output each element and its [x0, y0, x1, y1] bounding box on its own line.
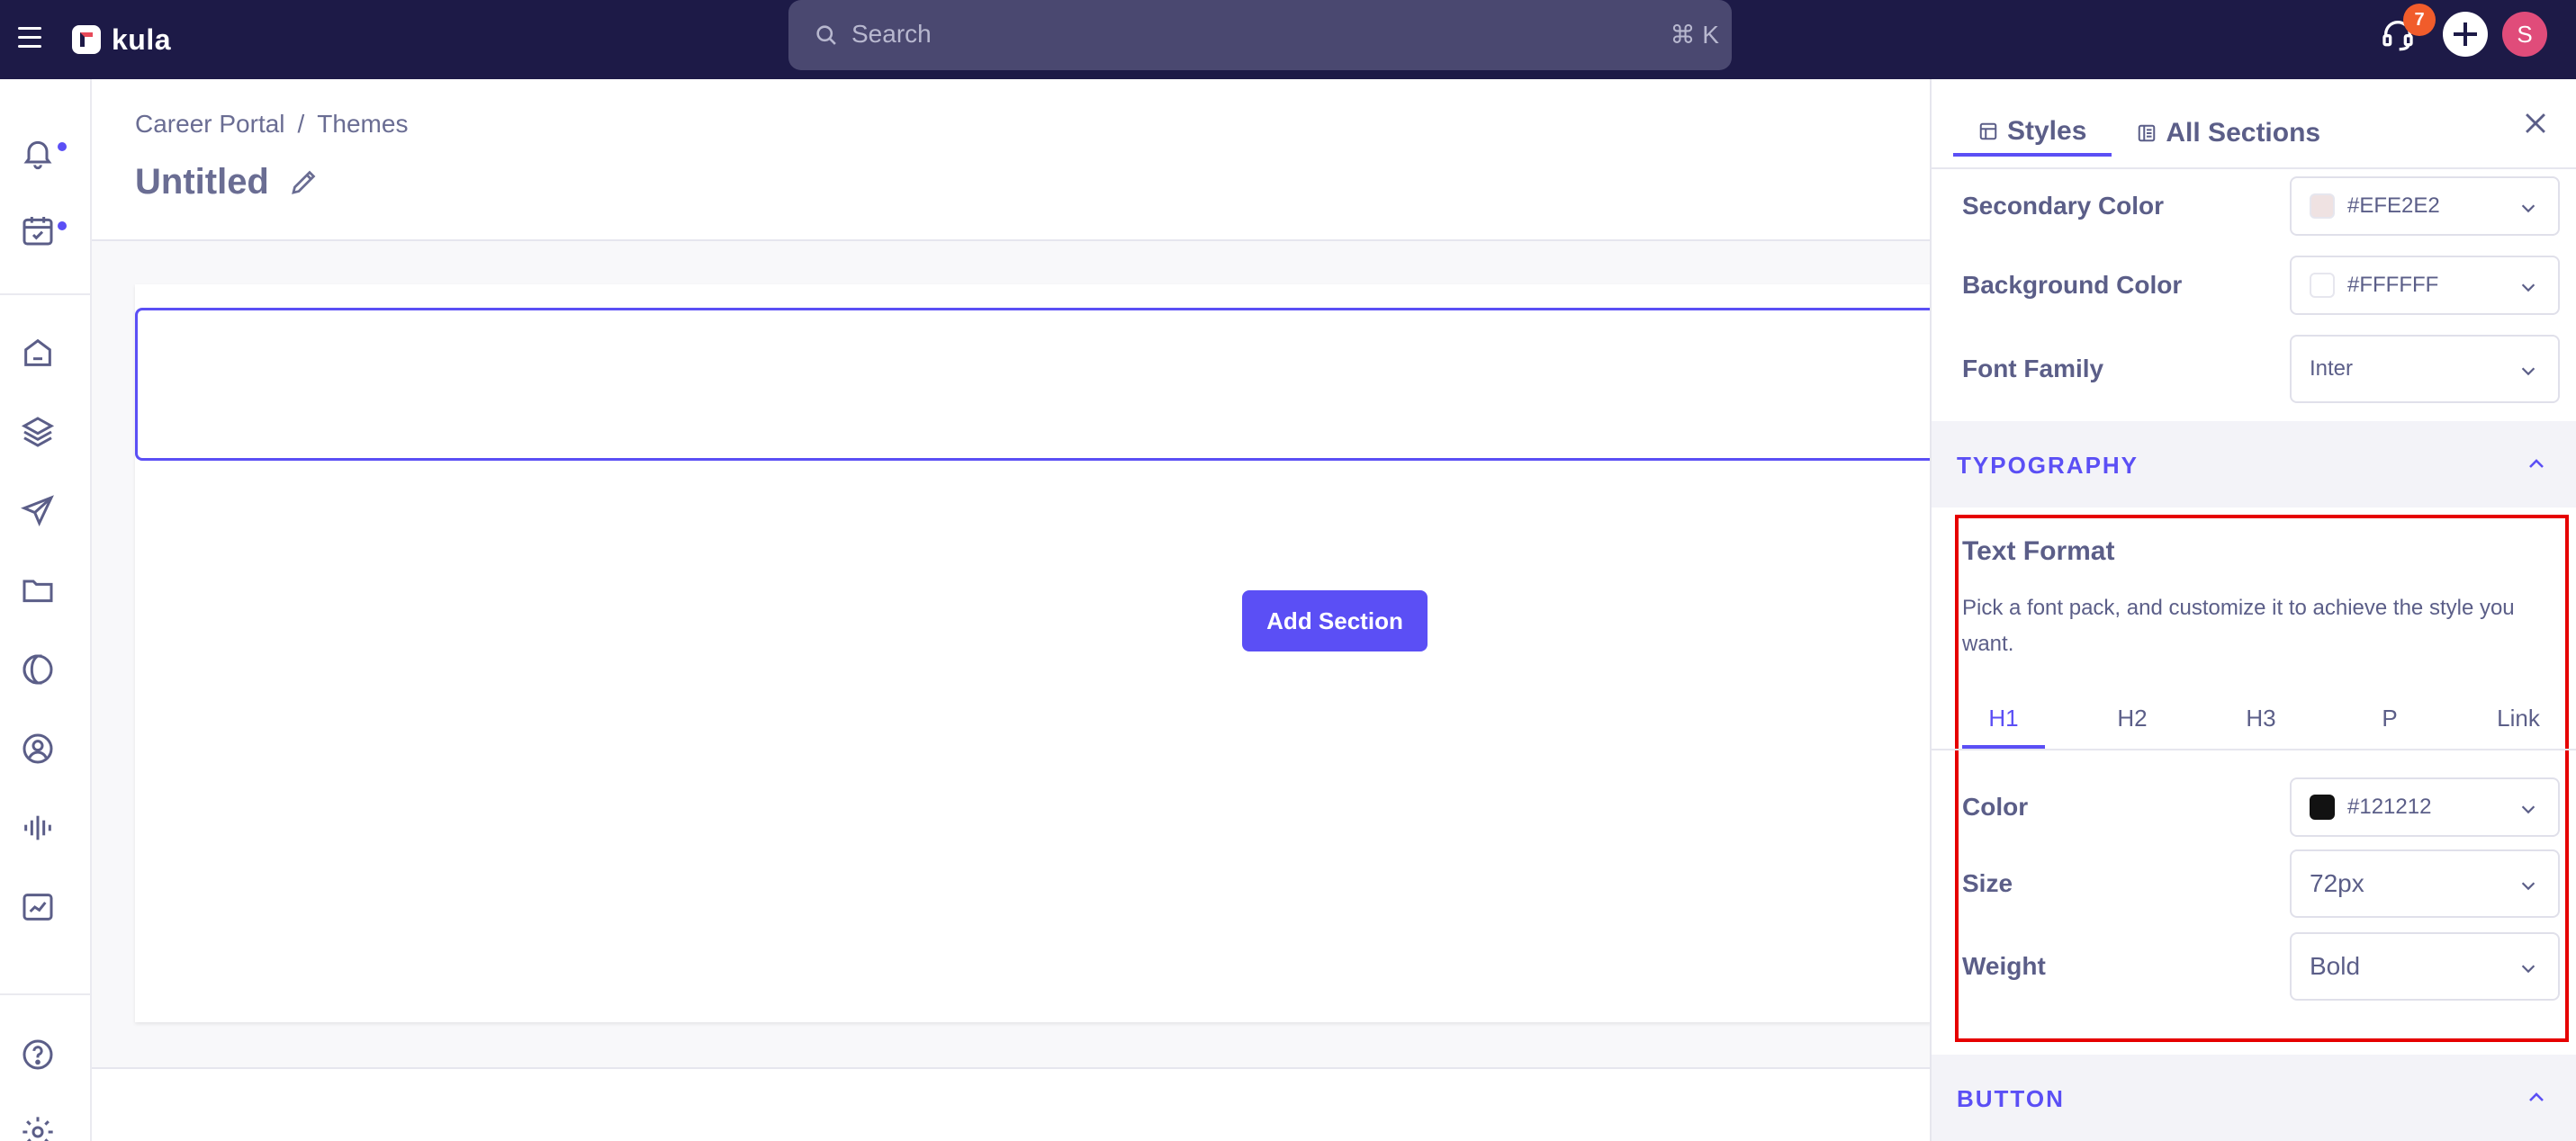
analytics-icon[interactable]	[20, 889, 56, 925]
button-section-title: BUTTON	[1957, 1085, 2065, 1112]
secondary-color-swatch	[2310, 193, 2335, 219]
font-family-label: Font Family	[1962, 355, 2104, 382]
chevron-down-icon	[2521, 367, 2535, 376]
breadcrumb-themes[interactable]: Themes	[317, 110, 408, 139]
text-size-value: 72px	[2310, 869, 2364, 897]
close-icon[interactable]	[2520, 108, 2551, 139]
text-size-select[interactable]: 72px	[2290, 849, 2560, 918]
text-weight-label: Weight	[1962, 952, 2046, 980]
text-color-value: #121212	[2347, 795, 2432, 819]
tab-h3[interactable]: H3	[2220, 700, 2302, 749]
text-format-description: Pick a font pack, and customize it to ac…	[1962, 596, 2515, 656]
secondary-color-row: Secondary Color #EFE2E2	[1962, 176, 2560, 236]
main-content: Career Portal / Themes Untitled Add Sect…	[92, 79, 1932, 1141]
text-weight-select[interactable]: Bold	[2290, 932, 2560, 1001]
breadcrumb-career-portal[interactable]: Career Portal	[135, 110, 285, 139]
pencil-icon[interactable]	[288, 166, 320, 198]
settings-icon[interactable]	[20, 1114, 56, 1141]
styles-panel: Styles All Sections Secondary Color #EFE…	[1930, 79, 2576, 1141]
tabs-divider	[1932, 167, 2576, 169]
text-weight-row: Weight Bold	[1962, 932, 2560, 1001]
chevron-down-icon	[2521, 283, 2535, 292]
secondary-color-value: #EFE2E2	[2347, 193, 2440, 218]
search-bar[interactable]: Search ⌘ K	[788, 0, 1732, 70]
folder-icon[interactable]	[20, 572, 56, 608]
tab-styles-label: Styles	[2007, 116, 2087, 146]
font-family-value: Inter	[2310, 356, 2354, 381]
tab-styles[interactable]: Styles	[1953, 110, 2112, 157]
help-icon[interactable]	[20, 1037, 56, 1073]
font-family-row: Font Family Inter	[1962, 335, 2560, 403]
bell-notification-dot	[58, 142, 67, 151]
theme-icon[interactable]	[20, 651, 56, 687]
search-icon	[816, 25, 836, 45]
background-color-row: Background Color #FFFFFF	[1962, 256, 2560, 315]
panel-tabs: Styles All Sections	[1953, 110, 2346, 157]
notification-badge: 7	[2403, 4, 2436, 36]
layers-icon[interactable]	[20, 414, 56, 450]
brand[interactable]: kula	[72, 18, 171, 61]
chevron-down-icon	[2521, 805, 2535, 814]
breadcrumb-separator: /	[297, 110, 305, 138]
heading-tabs: H1 H2 H3 P Link	[1962, 700, 2560, 749]
chevron-up-icon	[2529, 459, 2544, 468]
text-color-label: Color	[1962, 793, 2029, 821]
tab-link[interactable]: Link	[2477, 700, 2560, 749]
background-color-value: #FFFFFF	[2347, 273, 2439, 297]
background-color-swatch	[2310, 273, 2335, 298]
secondary-color-label: Secondary Color	[1962, 192, 2165, 220]
typography-title: TYPOGRAPHY	[1957, 452, 2139, 479]
chevron-down-icon	[2521, 882, 2535, 891]
calendar-notification-dot	[58, 221, 67, 230]
chevron-up-icon	[2529, 1092, 2544, 1101]
button-section-header[interactable]: BUTTON	[1932, 1055, 2576, 1141]
section-placeholder[interactable]	[135, 308, 1932, 461]
chevron-down-icon	[2521, 204, 2535, 213]
background-color-select[interactable]: #FFFFFF	[2290, 256, 2560, 315]
left-rail	[0, 79, 92, 1141]
text-size-label: Size	[1962, 869, 2013, 897]
chevron-down-icon	[2521, 965, 2535, 974]
bell-icon[interactable]	[20, 135, 56, 171]
page-title: Untitled	[135, 162, 269, 202]
tab-h1[interactable]: H1	[1962, 700, 2045, 749]
background-color-label: Background Color	[1962, 271, 2183, 299]
tab-h2[interactable]: H2	[2091, 700, 2174, 749]
add-section-button[interactable]: Add Section	[1242, 590, 1428, 651]
waveform-icon[interactable]	[20, 810, 56, 846]
text-format-title: Text Format	[1962, 536, 2115, 566]
text-color-row: Color #121212	[1962, 777, 2560, 837]
top-bar: kula Search ⌘ K 7 S	[0, 0, 2576, 79]
sections-icon	[2139, 124, 2156, 142]
preview-card	[135, 284, 1932, 1022]
search-shortcut: ⌘ K	[1670, 21, 1719, 49]
home-icon[interactable]	[20, 335, 56, 371]
kula-logo-icon	[72, 25, 101, 54]
secondary-color-select[interactable]: #EFE2E2	[2290, 176, 2560, 236]
avatar[interactable]: S	[2502, 12, 2547, 57]
rail-divider	[0, 993, 90, 995]
footer-divider	[92, 1067, 1932, 1069]
text-weight-value: Bold	[2310, 952, 2361, 980]
search-placeholder: Search	[851, 20, 932, 48]
heading-tabs-divider	[1932, 749, 2576, 750]
menu-icon[interactable]	[16, 20, 43, 59]
rail-divider	[0, 293, 90, 295]
tab-p[interactable]: P	[2348, 700, 2431, 749]
brand-name: kula	[112, 22, 172, 56]
preview-canvas: Add Section	[92, 241, 1932, 1069]
font-family-select[interactable]: Inter	[2290, 335, 2560, 403]
text-color-swatch	[2310, 795, 2335, 820]
typography-section-header[interactable]: TYPOGRAPHY	[1932, 421, 2576, 508]
create-button[interactable]	[2443, 12, 2488, 57]
breadcrumb: Career Portal / Themes	[135, 110, 408, 139]
calendar-check-icon[interactable]	[20, 212, 56, 248]
tab-all-sections-label: All Sections	[2166, 118, 2321, 148]
text-color-select[interactable]: #121212	[2290, 777, 2560, 837]
layout-icon	[1979, 122, 1997, 140]
text-size-row: Size 72px	[1962, 849, 2560, 918]
send-icon[interactable]	[20, 493, 56, 529]
user-circle-icon[interactable]	[20, 731, 56, 767]
tab-all-sections[interactable]: All Sections	[2112, 110, 2346, 157]
